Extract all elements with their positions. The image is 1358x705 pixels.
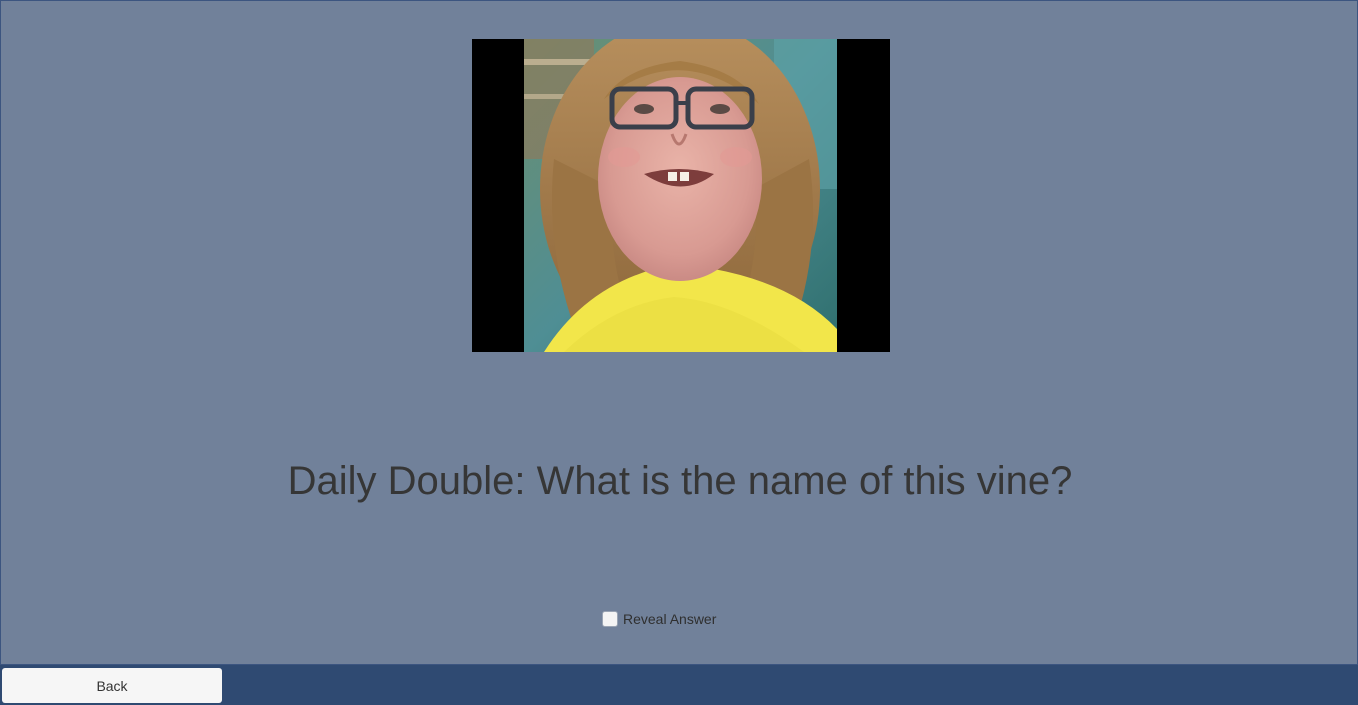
- video-thumbnail: [524, 39, 837, 352]
- back-button[interactable]: Back: [2, 668, 222, 703]
- reveal-answer-toggle[interactable]: Reveal Answer: [602, 610, 716, 628]
- video-player[interactable]: [472, 39, 890, 352]
- question-text: Daily Double: What is the name of this v…: [287, 459, 1073, 503]
- question-panel: Daily Double: What is the name of this v…: [0, 0, 1358, 665]
- reveal-answer-label: Reveal Answer: [623, 611, 717, 627]
- app-window: Daily Double: What is the name of this v…: [0, 0, 1358, 705]
- reveal-answer-checkbox[interactable]: [602, 611, 618, 627]
- video-frame-image: [524, 39, 837, 352]
